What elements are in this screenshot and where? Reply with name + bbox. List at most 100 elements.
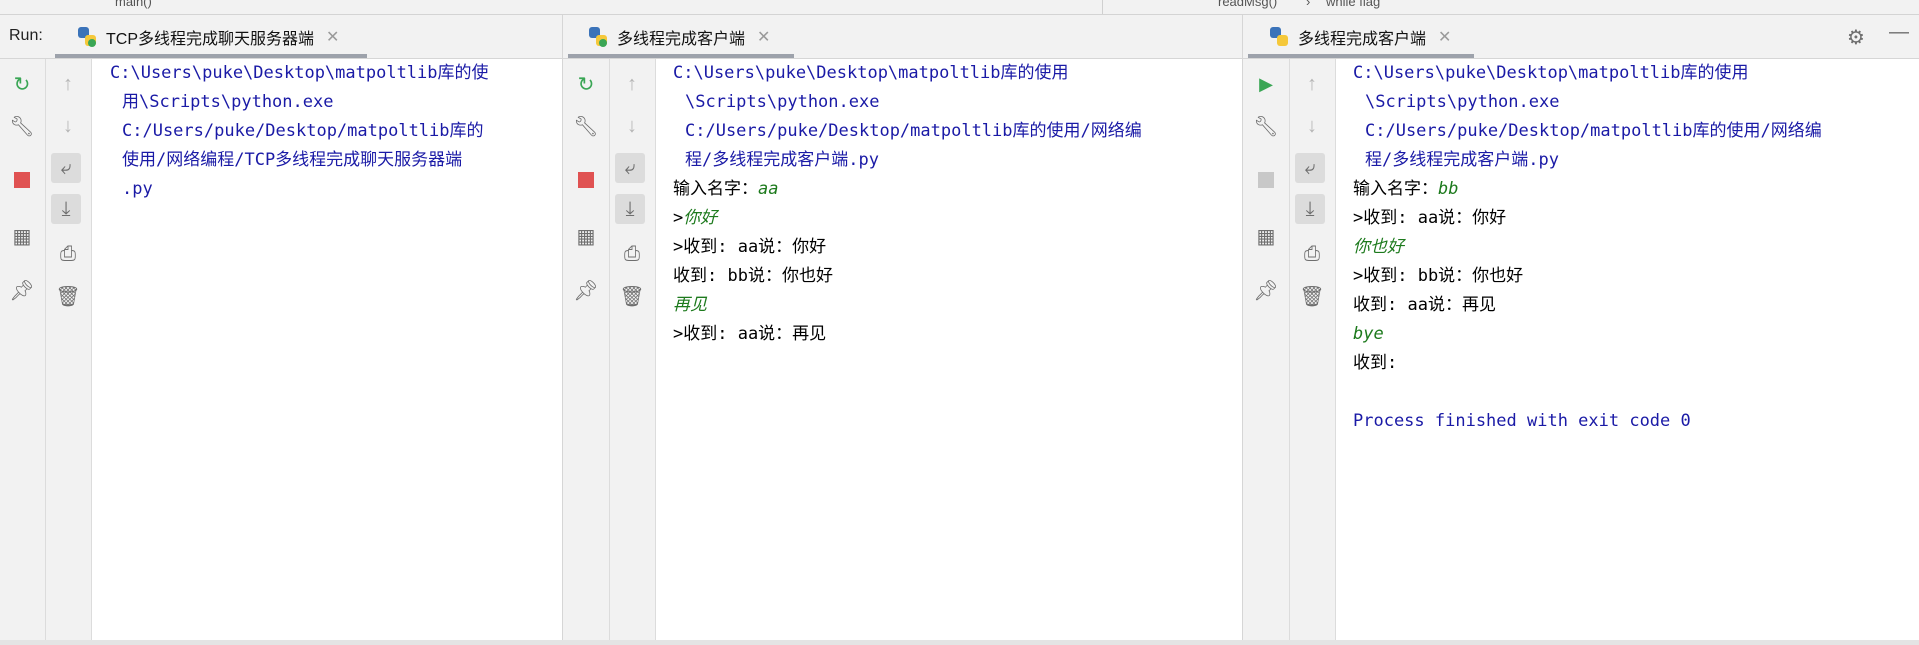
trash-icon[interactable]: 🗑︎ <box>53 281 83 311</box>
client-1-run-pane: ↻ 🔧︎ ▦ 📌︎ ↑ ↓ ⤶ ⤓ ⎙ 🗑︎ C:\Users\puke\Des… <box>563 59 1242 645</box>
close-icon[interactable]: ✕ <box>757 27 770 47</box>
header-divider <box>1242 15 1243 58</box>
server-run-pane: ↻ 🔧︎ ▦ 📌︎ ↑ ↓ ⤶ ⤓ ⎙ 🗑︎ C:\Users\puke\Des… <box>0 59 562 645</box>
server-console-output[interactable]: C:\Users\puke\Desktop\matpoltlib库的使 用\Sc… <box>110 59 555 204</box>
breadcrumb-readmsg[interactable]: readMsg() <box>1218 0 1277 9</box>
soft-wrap-icon[interactable]: ⤶ <box>1295 153 1325 183</box>
tab-client-1[interactable]: 多线程完成客户端 ✕ <box>587 15 770 58</box>
stop-icon[interactable] <box>1251 165 1281 195</box>
user-input: bb <box>1438 179 1459 199</box>
python-icon <box>1268 26 1290 48</box>
soft-wrap-icon[interactable]: ⤶ <box>615 153 645 183</box>
stop-icon[interactable] <box>7 165 37 195</box>
client-2-console-output[interactable]: C:\Users\puke\Desktop\matpoltlib库的使用 \Sc… <box>1353 59 1913 436</box>
console-line: .py <box>122 179 153 199</box>
console-line: 收到: aa说：再见 <box>1353 295 1496 315</box>
console-line: 程/多线程完成客户端.py <box>1365 150 1559 170</box>
console-line: C:/Users/puke/Desktop/matpoltlib库的使用/网络编 <box>1365 121 1822 141</box>
trash-icon[interactable]: 🗑︎ <box>1297 281 1327 311</box>
python-icon <box>76 26 98 48</box>
breadcrumb-separator: › <box>1306 0 1311 9</box>
console-line: C:/Users/puke/Desktop/matpoltlib库的 <box>122 121 484 141</box>
minimize-icon[interactable]: — <box>1889 21 1909 44</box>
tab-client-2-label: 多线程完成客户端 <box>1298 30 1427 48</box>
arrow-up-icon[interactable]: ↑ <box>53 69 83 99</box>
console-line: >收到: aa说：再见 <box>673 324 827 344</box>
scroll-to-end-icon[interactable]: ⤓ <box>51 194 81 224</box>
console-line: >收到: bb说：你也好 <box>1353 266 1524 286</box>
exit-message: Process finished with exit code 0 <box>1353 411 1691 431</box>
scroll-to-end-icon[interactable]: ⤓ <box>1295 194 1325 224</box>
run-icon[interactable]: ▶ <box>1251 69 1281 99</box>
console-line: 再见 <box>673 295 707 315</box>
pin-icon[interactable]: 📌︎ <box>1251 275 1281 305</box>
console-line: C:\Users\puke\Desktop\matpoltlib库的使 <box>110 63 489 83</box>
layout-icon[interactable]: ▦ <box>571 221 601 251</box>
toolbar-divider <box>91 59 92 645</box>
run-label: Run: <box>9 27 43 44</box>
toolbar-divider <box>1335 59 1336 645</box>
close-icon[interactable]: ✕ <box>326 27 339 47</box>
console-line: >收到: aa说：你好 <box>673 237 827 257</box>
console-line: C:\Users\puke\Desktop\matpoltlib库的使用 <box>673 63 1069 83</box>
toolbar-divider <box>609 59 610 645</box>
status-bar <box>0 640 1919 645</box>
console-line: C:/Users/puke/Desktop/matpoltlib库的使用/网络编 <box>685 121 1142 141</box>
gear-icon[interactable]: ⚙ <box>1847 25 1865 50</box>
console-line: 输入名字：aa <box>673 175 1238 204</box>
rerun-icon[interactable]: ↻ <box>571 69 601 99</box>
layout-icon[interactable]: ▦ <box>7 221 37 251</box>
breadcrumb-bar: main() readMsg() › while flag <box>0 0 1919 15</box>
arrow-up-icon[interactable]: ↑ <box>617 69 647 99</box>
run-tool-window-header: Run: TCP多线程完成聊天服务器端 ✕ 多线程完成客户端 ✕ 多线程完成客户… <box>0 15 1919 59</box>
layout-icon[interactable]: ▦ <box>1251 221 1281 251</box>
tab-server-underline <box>55 54 367 58</box>
client-2-run-pane: ▶ 🔧︎ ▦ 📌︎ ↑ ↓ ⤶ ⤓ ⎙ 🗑︎ C:\Users\puke\Des… <box>1243 59 1919 645</box>
tab-client-1-label: 多线程完成客户端 <box>617 30 746 48</box>
console-line: 用\Scripts\python.exe <box>122 92 334 112</box>
tab-client-1-underline <box>568 54 794 58</box>
arrow-down-icon[interactable]: ↓ <box>617 111 647 141</box>
tab-server[interactable]: TCP多线程完成聊天服务器端 ✕ <box>76 15 339 58</box>
toolbar-divider <box>655 59 656 645</box>
stop-icon[interactable] <box>571 165 601 195</box>
toolbar-divider <box>1289 59 1290 645</box>
breadcrumb-while[interactable]: while flag <box>1326 0 1380 9</box>
console-line: 收到: bb说：你也好 <box>673 266 833 286</box>
console-line: 输入名字：bb <box>1353 175 1913 204</box>
user-input: aa <box>758 179 779 199</box>
close-icon[interactable]: ✕ <box>1438 27 1451 47</box>
scroll-to-end-icon[interactable]: ⤓ <box>615 194 645 224</box>
client-1-console-output[interactable]: C:\Users\puke\Desktop\matpoltlib库的使用 \Sc… <box>673 59 1238 349</box>
wrench-icon[interactable]: 🔧︎ <box>1251 111 1281 141</box>
console-line: \Scripts\python.exe <box>685 92 880 112</box>
pin-icon[interactable]: 📌︎ <box>571 275 601 305</box>
wrench-icon[interactable]: 🔧︎ <box>571 111 601 141</box>
print-icon[interactable]: ⎙ <box>53 239 83 269</box>
arrow-down-icon[interactable]: ↓ <box>1297 111 1327 141</box>
print-icon[interactable]: ⎙ <box>1297 239 1327 269</box>
trash-icon[interactable]: 🗑︎ <box>617 281 647 311</box>
rerun-icon[interactable]: ↻ <box>7 69 37 99</box>
wrench-icon[interactable]: 🔧︎ <box>7 111 37 141</box>
toolbar-divider <box>45 59 46 645</box>
console-line: bye <box>1353 324 1384 344</box>
breadcrumb-main[interactable]: main() <box>115 0 152 9</box>
print-icon[interactable]: ⎙ <box>617 239 647 269</box>
name-prompt: 输入名字： <box>673 179 758 199</box>
user-input: 你好 <box>683 208 718 228</box>
name-prompt: 输入名字： <box>1353 179 1438 199</box>
console-line: >你好 <box>673 204 1238 233</box>
console-line: C:\Users\puke\Desktop\matpoltlib库的使用 <box>1353 63 1749 83</box>
console-line: 收到: <box>1353 353 1398 373</box>
pin-icon[interactable]: 📌︎ <box>7 275 37 305</box>
arrow-up-icon[interactable]: ↑ <box>1297 69 1327 99</box>
console-line: 你也好 <box>1353 237 1404 257</box>
tab-client-2[interactable]: 多线程完成客户端 ✕ <box>1268 15 1451 58</box>
tab-client-2-underline <box>1248 54 1474 58</box>
soft-wrap-icon[interactable]: ⤶ <box>51 153 81 183</box>
console-line: >收到: aa说：你好 <box>1353 208 1507 228</box>
arrow-down-icon[interactable]: ↓ <box>53 111 83 141</box>
console-line: 程/多线程完成客户端.py <box>685 150 879 170</box>
